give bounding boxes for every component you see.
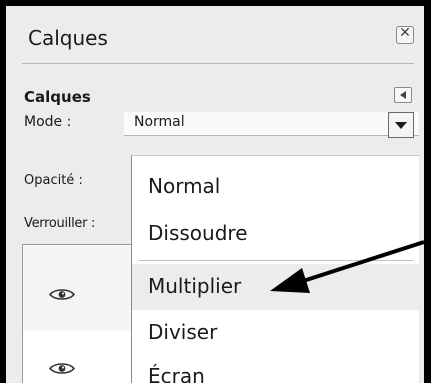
close-button[interactable]: ✕ xyxy=(396,25,414,44)
screenshot-stage: Calques ✕ Calques Mode : Normal Opacité … xyxy=(0,0,431,383)
close-icon: ✕ xyxy=(399,25,411,41)
menu-item-normal[interactable]: Normal xyxy=(132,164,419,210)
mode-label: Mode : xyxy=(24,114,72,130)
menu-separator xyxy=(138,260,414,261)
menu-item-ecran[interactable]: Écran xyxy=(132,354,419,383)
menu-item-dissoudre[interactable]: Dissoudre xyxy=(132,211,419,257)
menu-item-label: Diviser xyxy=(148,320,218,344)
left-border xyxy=(0,0,6,383)
section-title: Calques xyxy=(24,88,91,106)
lock-label: Verrouiller : xyxy=(24,216,96,231)
mode-select-value: Normal xyxy=(134,114,185,130)
layer-row[interactable] xyxy=(23,246,131,331)
eye-icon[interactable] xyxy=(49,288,75,301)
top-border xyxy=(0,0,431,6)
menu-item-label: Multiplier xyxy=(148,274,242,298)
mode-dropdown-menu: Normal Dissoudre Multiplier Diviser Écra… xyxy=(131,155,419,383)
panel-titlebar: Calques xyxy=(12,18,424,58)
eye-icon[interactable] xyxy=(49,362,75,375)
title-divider xyxy=(22,63,414,64)
right-border xyxy=(424,0,431,383)
menu-item-multiplier[interactable]: Multiplier xyxy=(132,264,419,310)
menu-item-label: Écran xyxy=(148,364,205,383)
opacity-label: Opacité : xyxy=(24,173,83,188)
menu-item-diviser[interactable]: Diviser xyxy=(132,310,419,356)
collapse-arrow-icon[interactable] xyxy=(394,87,412,103)
menu-item-label: Normal xyxy=(148,174,221,198)
chevron-down-icon[interactable] xyxy=(388,112,414,138)
mode-select[interactable]: Normal xyxy=(124,112,419,138)
panel-title: Calques xyxy=(28,26,108,50)
menu-item-label: Dissoudre xyxy=(148,221,248,245)
